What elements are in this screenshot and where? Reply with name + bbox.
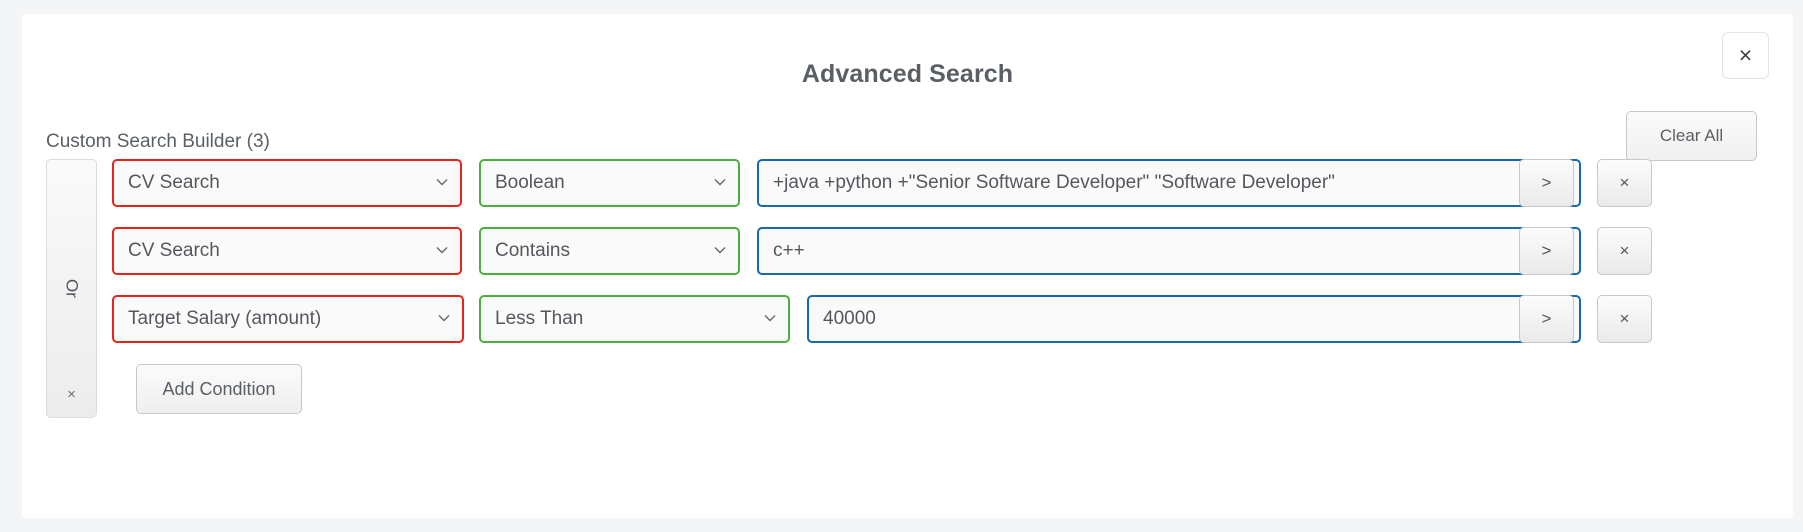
add-condition-button[interactable]: Add Condition	[136, 364, 302, 414]
condition-remove-button[interactable]: ×	[1597, 227, 1652, 275]
condition-expand-button[interactable]: >	[1519, 159, 1574, 207]
chevron-down-icon	[764, 312, 776, 323]
condition-expand-button[interactable]: >	[1519, 295, 1574, 343]
condition-field-select[interactable]: CV Search	[112, 159, 462, 207]
page-title: Advanced Search	[801, 60, 1014, 88]
condition-remove-button[interactable]: ×	[1597, 159, 1652, 207]
clear-all-button[interactable]: Clear All	[1626, 111, 1757, 161]
or-group-remove-icon[interactable]: ×	[47, 386, 96, 403]
or-group-rail[interactable]: Or ×	[46, 159, 97, 418]
condition-value-input[interactable]	[807, 295, 1581, 343]
condition-remove-button[interactable]: ×	[1597, 295, 1652, 343]
condition-operator-value: Contains	[495, 240, 570, 261]
chevron-down-icon	[714, 176, 726, 187]
condition-field-select[interactable]: CV Search	[112, 227, 462, 275]
condition-operator-value: Boolean	[495, 172, 565, 193]
condition-value-input[interactable]	[757, 227, 1581, 275]
condition-field-select[interactable]: Target Salary (amount)	[112, 295, 464, 343]
chevron-down-icon	[438, 312, 450, 323]
chevron-down-icon	[436, 244, 448, 255]
condition-field-value: CV Search	[128, 172, 220, 193]
or-group-operator-label: Or	[62, 279, 82, 298]
condition-operator-value: Less Than	[495, 308, 584, 329]
condition-operator-select[interactable]: Boolean	[479, 159, 740, 207]
chevron-down-icon	[436, 176, 448, 187]
condition-operator-select[interactable]: Contains	[479, 227, 740, 275]
condition-operator-select[interactable]: Less Than	[479, 295, 790, 343]
chevron-down-icon	[714, 244, 726, 255]
condition-field-value: CV Search	[128, 240, 220, 261]
advanced-search-modal: × Advanced Search Clear All Custom Searc…	[22, 14, 1793, 518]
condition-value-input[interactable]	[757, 159, 1581, 207]
custom-search-builder-label: Custom Search Builder (3)	[46, 131, 270, 152]
condition-field-value: Target Salary (amount)	[128, 308, 322, 329]
condition-expand-button[interactable]: >	[1519, 227, 1574, 275]
